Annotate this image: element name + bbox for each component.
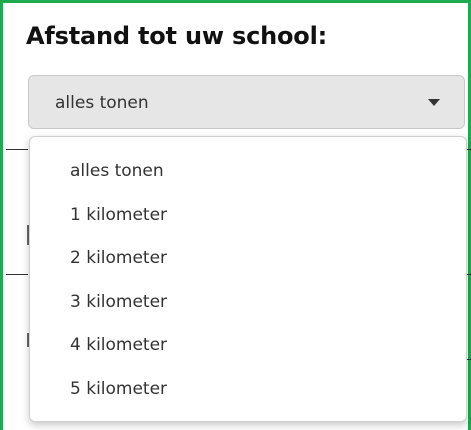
- option-alles-tonen[interactable]: alles tonen: [70, 160, 167, 204]
- select-current-value: alles tonen: [55, 93, 149, 113]
- distance-options-menu: alles tonen 1 kilometer 2 kilometer 3 ki…: [29, 136, 467, 422]
- option-5-kilometer[interactable]: 5 kilometer: [70, 378, 167, 422]
- distance-filter-panel: Afstand tot uw school: alles tonen alles…: [0, 0, 471, 430]
- background-divider-left: [6, 274, 28, 275]
- distance-select[interactable]: alles tonen: [28, 75, 465, 129]
- background-divider-left: [6, 149, 28, 150]
- options-list: alles tonen 1 kilometer 2 kilometer 3 ki…: [70, 160, 167, 421]
- background-divider-right: [467, 359, 471, 360]
- option-2-kilometer[interactable]: 2 kilometer: [70, 247, 167, 291]
- background-divider-right: [467, 149, 471, 150]
- background-divider-right: [467, 274, 471, 275]
- option-3-kilometer[interactable]: 3 kilometer: [70, 291, 167, 335]
- filter-title: Afstand tot uw school:: [26, 22, 327, 50]
- option-1-kilometer[interactable]: 1 kilometer: [70, 204, 167, 248]
- option-4-kilometer[interactable]: 4 kilometer: [70, 334, 167, 378]
- caret-down-icon: [428, 99, 440, 106]
